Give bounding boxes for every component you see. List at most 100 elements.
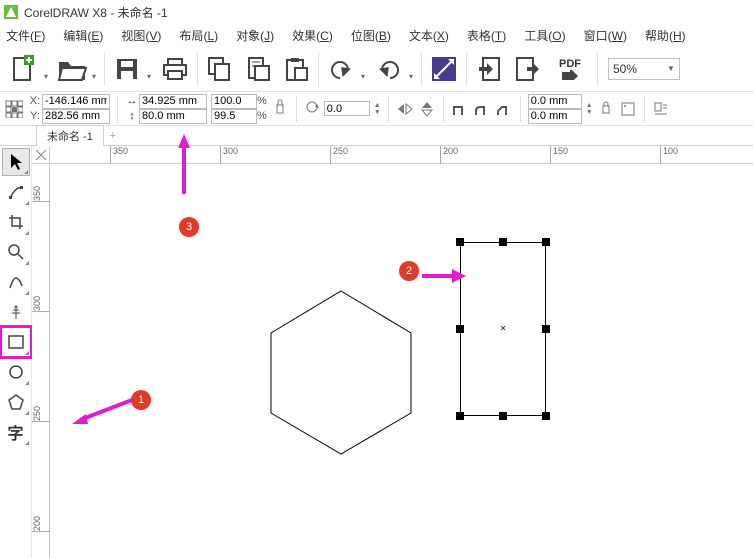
radius-stepper-up[interactable]: ▲	[586, 102, 593, 109]
lock-ratio-button[interactable]	[271, 100, 289, 118]
publish-pdf-button[interactable]: PDF	[547, 51, 593, 87]
polygon-tool[interactable]	[2, 388, 30, 416]
ruler-origin[interactable]	[32, 146, 50, 164]
vertical-ruler[interactable]: 350 300 250 200	[32, 164, 50, 558]
y-label: Y:	[28, 110, 42, 122]
height-input[interactable]	[139, 109, 207, 124]
height-icon: ↕	[125, 110, 139, 122]
artistic-media-tool[interactable]	[2, 298, 30, 326]
rotation-input[interactable]	[324, 101, 370, 116]
resize-handle-tr[interactable]	[542, 238, 550, 246]
menu-window[interactable]: 窗口(W)	[584, 27, 627, 44]
pick-tool[interactable]	[2, 148, 30, 176]
freehand-tool[interactable]	[2, 268, 30, 296]
zoom-combo[interactable]: 50% ▼	[608, 58, 680, 80]
menu-table[interactable]: 表格(T)	[467, 27, 506, 44]
annotation-arrow-2	[418, 266, 468, 286]
resize-handle-mr[interactable]	[542, 325, 550, 333]
menu-tools[interactable]: 工具(O)	[524, 27, 565, 44]
toolbar-separator	[197, 53, 198, 85]
corner-radius-1-input[interactable]	[528, 94, 582, 109]
resize-handle-br[interactable]	[542, 412, 550, 420]
toolbar-separator	[104, 53, 105, 85]
selected-rectangle[interactable]: ×	[460, 242, 546, 416]
menu-view[interactable]: 视图(V)	[121, 27, 161, 44]
corner-square-button[interactable]	[451, 100, 469, 118]
ellipse-tool[interactable]	[2, 358, 30, 386]
search-content-button[interactable]	[426, 51, 462, 87]
save-dropdown-icon[interactable]: ▾	[147, 72, 155, 87]
add-tab-button[interactable]: +	[104, 128, 122, 144]
menu-effects[interactable]: 效果(C)	[292, 27, 333, 44]
print-button[interactable]	[157, 51, 193, 87]
ruler-tick: 300	[32, 294, 50, 312]
relative-corner-button[interactable]	[619, 100, 637, 118]
menu-help[interactable]: 帮助(H)	[645, 27, 686, 44]
clipboard-button[interactable]	[278, 51, 314, 87]
document-tab-strip: 未命名 -1 +	[0, 126, 753, 146]
horizontal-ruler[interactable]: 350 300 250 200 150 100	[50, 146, 753, 164]
mirror-v-button[interactable]	[418, 100, 436, 118]
undo-button[interactable]	[323, 51, 359, 87]
ruler-tick: 200	[32, 514, 50, 532]
menu-object[interactable]: 对象(J)	[236, 27, 274, 44]
title-bar: CorelDRAW X8 - 未命名 -1	[0, 0, 753, 24]
open-dropdown-icon[interactable]: ▾	[92, 72, 100, 87]
shape-tool[interactable]	[2, 178, 30, 206]
rot-stepper-down[interactable]: ▼	[374, 109, 381, 116]
save-button[interactable]	[109, 51, 145, 87]
ruler-tick: 100	[660, 146, 678, 164]
redo-button[interactable]	[371, 51, 407, 87]
center-marker: ×	[500, 324, 506, 335]
redo-dropdown-icon[interactable]: ▾	[409, 72, 417, 87]
app-logo-icon	[4, 5, 18, 19]
drawing-canvas[interactable]: × 1 2 3	[50, 164, 753, 558]
menu-text[interactable]: 文本(X)	[409, 27, 449, 44]
mirror-h-button[interactable]	[396, 100, 414, 118]
width-input[interactable]	[139, 94, 207, 109]
paste-button[interactable]	[240, 51, 276, 87]
hexagon-shape[interactable]	[266, 286, 416, 459]
corner-radius-2-input[interactable]	[528, 109, 582, 124]
y-position-input[interactable]	[42, 109, 110, 124]
canvas-area: 350 300 250 200 150 100 350 300 250 200	[32, 146, 753, 558]
x-position-input[interactable]	[42, 94, 110, 109]
menu-layout[interactable]: 布局(L)	[179, 27, 218, 44]
work-area: 字 350 300 250 200 150 100 350 300 250 20…	[0, 146, 753, 558]
ruler-tick: 350	[32, 184, 50, 202]
rot-stepper-up[interactable]: ▲	[374, 102, 381, 109]
ruler-tick: 300	[220, 146, 238, 164]
position-origin-icon[interactable]	[4, 95, 24, 123]
resize-handle-ml[interactable]	[456, 325, 464, 333]
rectangle-tool[interactable]	[2, 328, 30, 356]
ruler-tick: 350	[110, 146, 128, 164]
export-button[interactable]	[509, 51, 545, 87]
zoom-tool[interactable]	[2, 238, 30, 266]
menu-bitmaps[interactable]: 位图(B)	[351, 27, 391, 44]
copy-button[interactable]	[202, 51, 238, 87]
open-button[interactable]	[54, 51, 90, 87]
scale-y-input[interactable]	[211, 109, 257, 124]
corner-chamfer-button[interactable]	[495, 100, 513, 118]
new-doc-button[interactable]	[6, 51, 42, 87]
annotation-arrow-3	[176, 132, 192, 198]
resize-handle-tl[interactable]	[456, 238, 464, 246]
wrap-text-button[interactable]	[652, 100, 670, 118]
menu-edit[interactable]: 编辑(E)	[63, 27, 103, 44]
menu-bar: 文件(F) 编辑(E) 视图(V) 布局(L) 对象(J) 效果(C) 位图(B…	[0, 24, 753, 46]
undo-dropdown-icon[interactable]: ▾	[361, 72, 369, 87]
toolbar-separator	[597, 53, 598, 85]
lock-corners-button[interactable]	[597, 100, 615, 118]
new-dropdown-icon[interactable]: ▾	[44, 72, 52, 87]
scale-x-input[interactable]	[211, 94, 257, 109]
import-button[interactable]	[471, 51, 507, 87]
resize-handle-bm[interactable]	[499, 412, 507, 420]
text-tool[interactable]: 字	[2, 418, 30, 446]
document-tab[interactable]: 未命名 -1	[36, 125, 104, 146]
radius-stepper-down[interactable]: ▼	[586, 109, 593, 116]
crop-tool[interactable]	[2, 208, 30, 236]
resize-handle-tm[interactable]	[499, 238, 507, 246]
menu-file[interactable]: 文件(F)	[6, 27, 45, 44]
corner-round-button[interactable]	[473, 100, 491, 118]
resize-handle-bl[interactable]	[456, 412, 464, 420]
